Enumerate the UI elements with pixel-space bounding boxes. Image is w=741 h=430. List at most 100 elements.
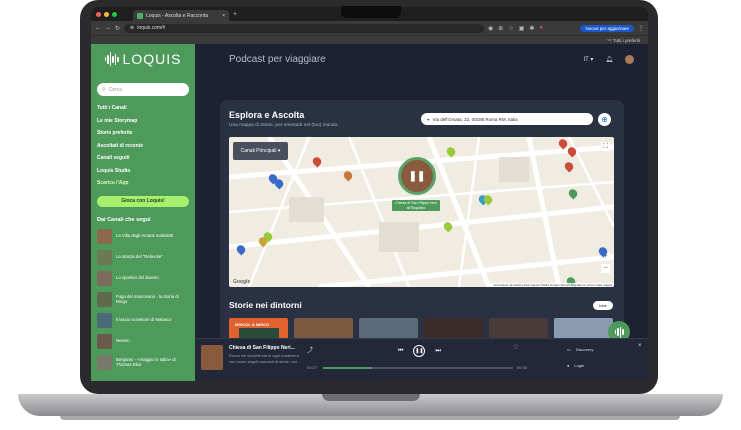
fullscreen-icon[interactable]: ⛶: [601, 142, 610, 151]
discovery-link[interactable]: ▭ Discovery: [567, 347, 593, 352]
page-title: Podcast per viaggiare: [229, 53, 326, 65]
channel-thumbnail: [97, 228, 112, 244]
menu-dots-icon[interactable]: ⋮: [638, 25, 644, 32]
reload-icon[interactable]: ↻: [115, 25, 120, 32]
all-bookmarks[interactable]: Tutti i preferiti: [613, 38, 640, 43]
channel-label: Bergamo - «Viaggio in Italia» di Thomas …: [116, 356, 176, 367]
play-game-button[interactable]: Gioca con Loquis!: [97, 195, 189, 207]
selected-story-label[interactable]: Chiesa di San Filippo Neri all'Esquilino: [392, 200, 440, 212]
player-thumbnail[interactable]: [201, 345, 223, 370]
channel-label: La stanza del "Rebecke": [116, 254, 163, 260]
bookmark-star-icon[interactable]: ☆: [508, 25, 513, 32]
audio-player: Chiesa di San Filippo Neri... Roma nei v…: [195, 338, 648, 381]
minimize-window-icon[interactable]: [104, 11, 109, 17]
next-icon[interactable]: ⏭: [435, 348, 440, 355]
avatar[interactable]: [625, 54, 634, 64]
channel-item[interactable]: Fuga del mantovano - la storia di Ringo: [91, 289, 195, 310]
channel-thumbnail: [97, 270, 112, 286]
explore-card: Esplora e Ascolta Una mappa di Storie, p…: [220, 100, 624, 350]
selected-story-pin[interactable]: ❚❚: [398, 157, 436, 195]
close-window-icon[interactable]: [96, 11, 101, 17]
channel-item[interactable]: Nesem: [91, 331, 195, 352]
sidebar-nav: Tutti i Canali Le mie Storymap Storie pr…: [91, 102, 195, 190]
laptop-base-notch: [322, 394, 420, 401]
progress-bar[interactable]: [323, 367, 513, 369]
nav-all-channels[interactable]: Tutti i Canali: [97, 102, 189, 115]
channels-dropdown-label: Canali Principali: [240, 148, 277, 154]
header: Podcast per viaggiare IT ▾ 🔔︎: [195, 44, 648, 74]
nav-download-app[interactable]: Scarica l'App: [97, 177, 189, 190]
channel-label: La Villa degli Amanti maledetti: [116, 233, 174, 239]
player-controls: ⏮ ❚❚ ⏭: [398, 345, 441, 357]
channel-thumbnail: [97, 249, 112, 265]
profile-icon[interactable]: ●: [539, 25, 543, 32]
main-content: Podcast per viaggiare IT ▾ 🔔︎ Esplora e …: [195, 44, 648, 381]
url-field[interactable]: ⊜ loquis.com/#: [124, 23, 485, 33]
search-input[interactable]: ⚲ Cerca: [97, 83, 189, 96]
close-tab-icon[interactable]: ×: [222, 13, 225, 19]
new-tab-icon[interactable]: +: [233, 11, 237, 18]
pause-button[interactable]: ❚❚: [413, 345, 426, 357]
user-icon: ●: [567, 363, 570, 368]
discovery-label: Discovery: [575, 347, 594, 352]
login-label: Login: [574, 363, 585, 368]
share-icon[interactable]: ⤴: [307, 345, 313, 354]
previous-icon[interactable]: ⏮: [398, 348, 403, 355]
nav-followed-channels[interactable]: Canali seguiti: [97, 152, 189, 165]
extension-icon[interactable]: ▣: [519, 25, 525, 32]
channel-item[interactable]: Il lascio sciveltore di Malasco: [91, 310, 195, 331]
maximize-window-icon[interactable]: [112, 11, 117, 17]
channel-label: Il lascio sciveltore di Malasco: [116, 317, 172, 323]
search-icon: ⚲: [102, 86, 106, 93]
all-stories-button[interactable]: tutte: [593, 301, 613, 310]
channel-label: Fuga del mantovano - la storia di Ringo: [116, 293, 179, 304]
laptop-feet: [60, 416, 680, 420]
nav-loquis-studio[interactable]: Loquis Studio: [97, 165, 189, 178]
channel-item[interactable]: La stanza del "Rebecke": [91, 247, 195, 268]
search-placeholder: Cerca: [108, 86, 123, 93]
pin-icon: ⌖: [427, 116, 430, 122]
location-input[interactable]: ⌖ Via dell'Orsata, 22, 00186 Roma RM, It…: [421, 113, 593, 125]
notification-bell-icon[interactable]: 🔔︎: [605, 56, 613, 63]
close-player-icon[interactable]: ×: [638, 343, 642, 349]
browser-tab[interactable]: Loquis - Ascolta e Racconta ×: [133, 10, 229, 21]
channels-dropdown[interactable]: Canali Principali ▾: [233, 142, 288, 160]
nav-recently-listened[interactable]: Ascoltati di recente: [97, 140, 189, 153]
nav-favorite-stories[interactable]: Storie preferite: [97, 127, 189, 140]
progress-fill: [323, 367, 373, 369]
heart-icon[interactable]: ♡: [513, 344, 518, 351]
player-title[interactable]: Chiesa di San Filippo Neri...: [229, 345, 295, 351]
bookmarks-bar: ▭ Tutti i preferiti: [91, 35, 648, 44]
channel-item[interactable]: La Villa degli Amanti maledetti: [91, 226, 195, 247]
channel-item[interactable]: Lo sportivo del diavolo: [91, 268, 195, 289]
loquis-favicon-icon: [137, 12, 143, 19]
channel-item[interactable]: Bergamo - «Viaggio in Italia» di Thomas …: [91, 352, 195, 373]
soundwave-icon: [104, 52, 119, 66]
language-selector[interactable]: IT ▾: [583, 56, 593, 63]
soundwave-icon: [614, 326, 624, 338]
sidebar: LOQUIS ⚲ Cerca Tutti i Canali Le mie Sto…: [91, 44, 195, 381]
channel-label: Lo sportivo del diavolo: [116, 275, 159, 281]
channel-thumbnail: [97, 291, 112, 307]
google-logo: Google: [233, 279, 251, 285]
time-elapsed: 00:27: [307, 365, 318, 370]
back-icon[interactable]: ←: [95, 25, 101, 31]
location-icon[interactable]: ◉: [488, 25, 493, 32]
zoom-icon[interactable]: ⊕: [498, 25, 503, 32]
locate-me-button[interactable]: ⊕: [598, 113, 611, 126]
nav-my-storymaps[interactable]: Le mie Storymap: [97, 115, 189, 128]
map[interactable]: Canali Principali ▾ ⛶ + − ❚❚ Chiesa di S…: [229, 137, 614, 287]
update-button[interactable]: Nuova per aggiornare: [580, 24, 634, 32]
monitor-icon: ▭: [567, 347, 571, 352]
login-link[interactable]: ● Login: [567, 363, 584, 368]
url-text: loquis.com/#: [137, 25, 166, 31]
zoom-out-icon[interactable]: −: [601, 264, 610, 273]
forward-icon[interactable]: →: [105, 25, 111, 31]
tab-title: Loquis - Ascolta e Racconta: [146, 12, 208, 19]
channel-thumbnail: [97, 333, 112, 349]
camera-notch: [341, 6, 401, 18]
logo[interactable]: LOQUIS: [91, 44, 195, 74]
puzzle-icon[interactable]: ✱: [529, 25, 534, 32]
story-thumbnail-text: MINCOL & MIRCO: [235, 322, 270, 327]
site-info-icon[interactable]: ⊜: [130, 25, 134, 31]
